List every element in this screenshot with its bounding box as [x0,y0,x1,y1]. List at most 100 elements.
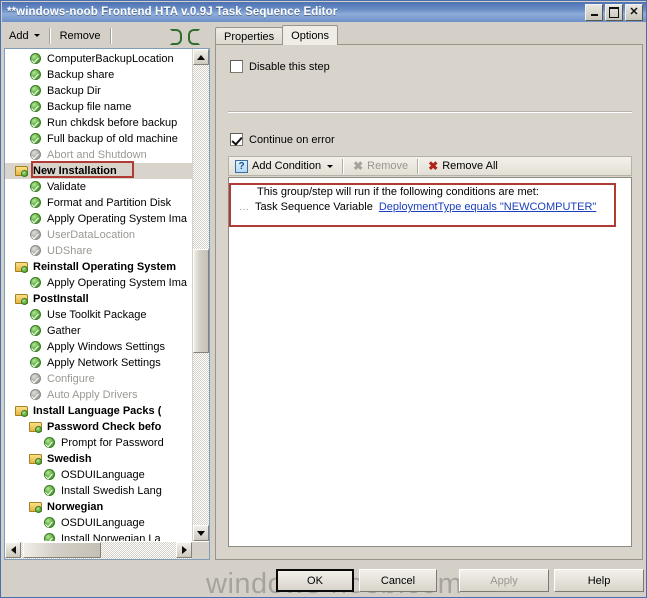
chevron-left-icon [10,546,16,554]
tree-item-label: Apply Operating System Ima [47,213,188,225]
continue-on-error-row[interactable]: Continue on error [230,133,335,146]
tree-item[interactable]: Backup Dir [5,83,192,99]
tree-item[interactable]: Apply Operating System Ima [5,275,192,291]
options-pane: Disable this step Continue on error ? Ad… [215,44,643,560]
tree-vertical-scrollbar[interactable] [192,49,209,541]
horizontal-scroll-thumb[interactable] [23,542,101,558]
tree-item[interactable]: ComputerBackupLocation [5,51,192,67]
tree-item[interactable]: Gather [5,323,192,339]
step-icon [43,484,57,498]
tree-item[interactable]: UDShare [5,243,192,259]
tab-properties[interactable]: Properties [215,27,284,45]
chevron-right-icon [181,546,187,554]
tree-item[interactable]: Reinstall Operating System [5,259,192,275]
x-icon-red: ✖ [428,159,439,173]
tree-horizontal-scrollbar[interactable] [5,542,192,559]
window-controls: ✕ [585,3,646,21]
move-down-icon[interactable] [188,28,204,45]
apply-button[interactable]: Apply [459,569,549,592]
tree-item[interactable]: OSDUILanguage [5,467,192,483]
tree-item-label: Backup Dir [47,85,101,97]
tree-item[interactable]: Prompt for Password [5,435,192,451]
step-icon [29,276,43,290]
tree-item[interactable]: Abort and Shutdown [5,147,192,163]
tree-item-label: Run chkdsk before backup [47,117,178,129]
scroll-right-button[interactable] [176,542,192,558]
title-bar: **windows-noob Frontend HTA v.0.9J Task … [2,2,646,22]
cancel-button-label: Cancel [380,574,416,587]
tree-item[interactable]: PostInstall [5,291,192,307]
tree-item[interactable]: Apply Windows Settings [5,339,192,355]
tree-item[interactable]: UserDataLocation [5,227,192,243]
move-up-icon[interactable] [166,28,182,45]
tree-item-label: Norwegian [47,501,104,513]
step-icon [43,436,57,450]
vertical-scroll-thumb[interactable] [193,249,209,353]
scrollbar-corner [192,542,209,559]
cancel-button[interactable]: Cancel [359,569,437,592]
tree-item[interactable]: Configure [5,371,192,387]
tree-item[interactable]: Password Check befo [5,419,192,435]
tree-item[interactable]: Install Swedish Lang [5,483,192,499]
scroll-down-button[interactable] [193,525,209,541]
step-icon [43,532,57,541]
folder-icon [15,404,29,418]
tree-item-label: Install Norwegian La [61,533,161,541]
tree-item[interactable]: Use Toolkit Package [5,307,192,323]
tree-item[interactable]: Apply Operating System Ima [5,211,192,227]
tree-item-label: Configure [47,373,95,385]
tree-item[interactable]: Backup share [5,67,192,83]
tree-item-label: Backup share [47,69,115,81]
tree-item[interactable]: Auto Apply Drivers [5,387,192,403]
tree-item[interactable]: Format and Partition Disk [5,195,192,211]
remove-button[interactable]: Remove [55,26,106,45]
tree-item[interactable]: Install Norwegian La [5,531,192,541]
step-icon [29,244,43,258]
disable-step-checkbox[interactable] [230,60,243,73]
tree-item[interactable]: Norwegian [5,499,192,515]
tree-item[interactable]: Run chkdsk before backup [5,115,192,131]
step-icon [29,180,43,194]
minimize-button[interactable] [585,3,603,21]
close-button[interactable]: ✕ [625,3,643,21]
tree-item[interactable]: Full backup of old machine [5,131,192,147]
tree-item[interactable]: Validate [5,179,192,195]
tree-item[interactable]: Apply Network Settings [5,355,192,371]
remove-condition-button[interactable]: ✖ Remove [347,157,414,175]
task-sequence-tree[interactable]: ComputerBackupLocation Backup share Backup… [5,49,192,541]
step-icon [43,516,57,530]
scroll-left-button[interactable] [5,542,21,558]
tree-item-label: Prompt for Password [61,437,164,449]
toolbar-separator [48,27,51,44]
tab-options[interactable]: Options [282,25,339,45]
chevron-up-icon [197,54,205,60]
condition-list[interactable]: This group/step will run if the followin… [228,177,632,547]
step-icon [29,116,43,130]
help-button[interactable]: Help [554,569,644,592]
tree-item[interactable]: OSDUILanguage [5,515,192,531]
task-sequence-tree-panel: ComputerBackupLocation Backup share Backup… [4,48,210,560]
step-icon [29,84,43,98]
continue-on-error-label: Continue on error [249,133,335,146]
add-condition-button[interactable]: ? Add Condition [229,157,339,175]
tree-item[interactable]: Install Language Packs ( [5,403,192,419]
help-button-label: Help [587,574,611,587]
ok-button[interactable]: OK [276,569,354,592]
continue-on-error-checkbox[interactable] [230,133,243,146]
tree-item[interactable]: New Installation [5,163,192,179]
remove-all-conditions-button[interactable]: ✖ Remove All [422,157,504,175]
tree-item-label: PostInstall [33,293,89,305]
add-button[interactable]: Add [4,26,45,45]
tree-item[interactable]: Swedish [5,451,192,467]
tree-item-label: Swedish [47,453,92,465]
scroll-up-button[interactable] [193,49,209,65]
remove-button-label: Remove [59,29,101,42]
tree-item-label: ComputerBackupLocation [47,53,174,65]
step-icon [29,100,43,114]
tree-item[interactable]: Backup file name [5,99,192,115]
disable-step-row[interactable]: Disable this step [230,60,330,73]
folder-icon [29,420,43,434]
condition-expression-link[interactable]: DeploymentType equals "NEWCOMPUTER" [379,201,597,213]
maximize-button[interactable] [605,3,623,21]
condition-row[interactable]: … Task Sequence Variable DeploymentType … [239,201,621,213]
